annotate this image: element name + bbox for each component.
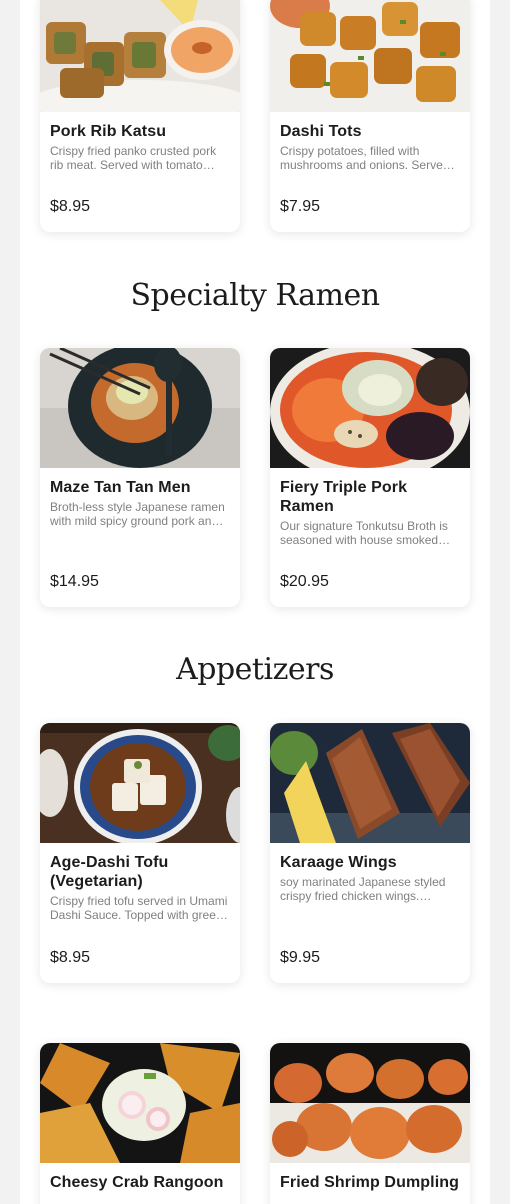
item-name: Cheesy Crab Rangoon <box>50 1174 224 1191</box>
menu-item-card[interactable]: Dashi Tots Crispy potatoes, filled with … <box>270 0 470 232</box>
item-name: Dashi Tots <box>280 123 362 140</box>
section-title-specialty-ramen: Specialty Ramen <box>130 278 380 313</box>
section-title-appetizers: Appetizers <box>176 652 334 687</box>
menu-item-card[interactable]: Age-Dashi Tofu (Vegetarian) Crispy fried… <box>40 723 240 983</box>
maze-tan-tan-men-photo <box>40 348 240 468</box>
item-price: $9.95 <box>280 949 321 966</box>
item-price: $7.95 <box>280 198 321 215</box>
menu-item-card[interactable]: Fiery Triple Pork Ramen Our signature To… <box>270 348 470 607</box>
item-price: $14.95 <box>50 573 99 590</box>
menu-item-card[interactable]: Cheesy Crab Rangoon <box>40 1043 240 1204</box>
item-description: soy marinated Japanese styled crispy fri… <box>280 875 446 903</box>
item-name: Maze Tan Tan Men <box>50 479 191 496</box>
item-price: $8.95 <box>50 949 91 966</box>
menu-item-card[interactable]: Karaage Wings soy marinated Japanese sty… <box>270 723 470 983</box>
item-price: $20.95 <box>280 573 329 590</box>
item-description: Crispy fried tofu served in Umami Dashi … <box>50 894 228 922</box>
item-name: Pork Rib Katsu <box>50 123 167 140</box>
menu-item-card[interactable]: Maze Tan Tan Men Broth-less style Japane… <box>40 348 240 607</box>
item-name: Karaage Wings <box>280 854 397 871</box>
age-dashi-tofu-photo <box>40 723 240 843</box>
menu-page: Pork Rib Katsu Crispy fried panko cruste… <box>20 0 490 1204</box>
item-name: Fiery Triple Pork Ramen <box>280 479 408 515</box>
menu-item-card[interactable]: Fried Shrimp Dumpling <box>270 1043 470 1204</box>
dashi-tots-photo <box>270 0 470 112</box>
item-name: Fried Shrimp Dumpling <box>280 1174 459 1191</box>
item-name: Age-Dashi Tofu (Vegetarian) <box>50 854 169 890</box>
item-price: $8.95 <box>50 198 91 215</box>
item-description: Crispy potatoes, filled with mushrooms a… <box>280 144 450 172</box>
item-description: Broth-less style Japanese ramen with mil… <box>50 500 225 528</box>
fiery-triple-pork-ramen-photo <box>270 348 470 468</box>
cheesy-crab-rangoon-photo <box>40 1043 240 1163</box>
item-description: Our signature Tonkutsu Broth is seasoned… <box>280 519 448 547</box>
fried-shrimp-dumpling-photo <box>270 1043 470 1163</box>
item-description: Crispy fried panko crusted pork rib meat… <box>50 144 217 172</box>
pork-rib-katsu-photo <box>40 0 240 112</box>
menu-item-card[interactable]: Pork Rib Katsu Crispy fried panko cruste… <box>40 0 240 232</box>
karaage-wings-photo <box>270 723 470 843</box>
